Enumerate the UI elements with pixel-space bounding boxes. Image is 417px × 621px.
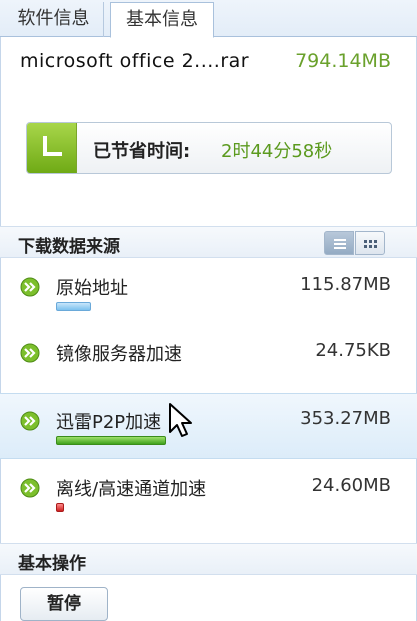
tab-software-info[interactable]: 软件信息 bbox=[4, 2, 104, 37]
tab-bar: 软件信息 基本信息 bbox=[0, 0, 417, 38]
mouse-cursor-icon bbox=[169, 403, 192, 437]
operations-title: 基本操作 bbox=[18, 554, 86, 574]
clock-icon bbox=[27, 123, 77, 173]
file-name: microsoft office 2....rar bbox=[20, 50, 250, 72]
list-view-button[interactable] bbox=[324, 231, 354, 255]
saved-time-value: 2时44分58秒 bbox=[221, 141, 333, 162]
source-size: 353.27MB bbox=[300, 408, 391, 429]
source-name: 原始地址 bbox=[56, 278, 128, 299]
file-size: 794.14MB bbox=[295, 50, 391, 72]
saved-time-label: 已节省时间: bbox=[93, 141, 191, 162]
tab-basic-info[interactable]: 基本信息 bbox=[110, 2, 214, 38]
source-row[interactable]: 原始地址 115.87MB bbox=[0, 260, 417, 326]
source-name: 离线/高速通道加速 bbox=[56, 479, 207, 500]
operations-header: 基本操作 bbox=[0, 543, 417, 575]
source-progress-bar bbox=[56, 302, 91, 311]
source-name: 迅雷P2P加速 bbox=[56, 412, 162, 433]
double-chevron-right-icon bbox=[20, 411, 40, 431]
grid-view-button[interactable] bbox=[355, 231, 385, 255]
double-chevron-right-icon bbox=[20, 343, 40, 363]
source-progress-bar bbox=[56, 503, 64, 512]
sources-title: 下载数据来源 bbox=[18, 237, 120, 257]
double-chevron-right-icon bbox=[20, 478, 40, 498]
source-size: 24.75KB bbox=[315, 340, 391, 361]
source-size: 115.87MB bbox=[300, 274, 391, 295]
grid-view-icon bbox=[364, 240, 377, 248]
saved-time-box: 已节省时间: 2时44分58秒 bbox=[26, 122, 392, 174]
source-row[interactable]: 镜像服务器加速 24.75KB bbox=[0, 326, 417, 392]
source-name: 镜像服务器加速 bbox=[56, 344, 182, 365]
source-row-selected[interactable]: 迅雷P2P加速 353.27MB bbox=[0, 393, 417, 459]
double-chevron-right-icon bbox=[20, 277, 40, 297]
source-progress-bar bbox=[56, 436, 166, 445]
source-row[interactable]: 离线/高速通道加速 24.60MB bbox=[0, 461, 417, 527]
sources-header: 下载数据来源 bbox=[0, 226, 417, 258]
source-size: 24.60MB bbox=[311, 475, 391, 496]
pause-button[interactable]: 暂停 bbox=[20, 587, 108, 621]
list-view-icon bbox=[334, 239, 346, 249]
